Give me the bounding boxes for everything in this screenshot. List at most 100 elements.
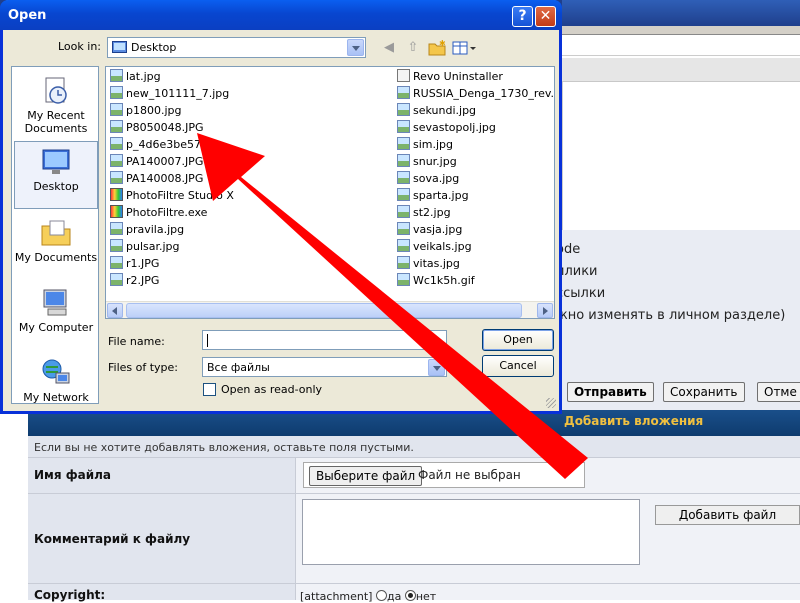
scroll-thumb[interactable] <box>126 303 522 318</box>
attachments-header-title: Добавить вложения <box>564 414 704 428</box>
file-item[interactable]: P8050048.JPG <box>110 120 204 136</box>
file-name: sparta.jpg <box>413 189 469 202</box>
save-button[interactable]: Сохранить <box>663 382 745 402</box>
jpg-file-icon <box>397 103 410 116</box>
file-name: sekundi.jpg <box>413 104 477 117</box>
jpg-file-icon <box>397 171 410 184</box>
look-in-dropdown-arrow[interactable] <box>347 39 364 56</box>
jpg-file-icon <box>110 103 123 116</box>
submit-button[interactable]: Отправить <box>567 382 654 402</box>
jpg-file-icon <box>110 86 123 99</box>
files-of-type-arrow[interactable] <box>428 359 445 376</box>
scroll-left-icon[interactable] <box>107 303 123 318</box>
gif-file-icon <box>397 273 410 286</box>
file-item[interactable]: r1.JPG <box>110 256 159 272</box>
file-item[interactable]: r2.JPG <box>110 273 159 289</box>
look-in-dropdown[interactable]: Desktop <box>107 37 366 58</box>
close-button[interactable]: ✕ <box>535 6 556 27</box>
jpg-file-icon <box>110 256 123 269</box>
file-item[interactable]: st2.jpg <box>397 205 451 221</box>
place-label-computer: My Computer <box>18 321 94 334</box>
files-of-type-dropdown[interactable]: Все файлы <box>202 357 447 377</box>
file-name: Revo Uninstaller <box>413 70 503 83</box>
file-item[interactable]: sekundi.jpg <box>397 103 476 119</box>
photofiltre-studio-icon <box>110 188 123 201</box>
file-row-label: Имя файла <box>34 468 112 482</box>
page-content-area <box>562 82 800 230</box>
jpg-file-icon <box>397 137 410 150</box>
file-name: sevastopolj.jpg <box>413 121 496 134</box>
file-item[interactable]: PhotoFiltre Studio X <box>110 188 234 204</box>
desktop-folder-icon <box>112 41 127 53</box>
file-item[interactable]: sparta.jpg <box>397 188 469 204</box>
dialog-titlebar[interactable]: Open ? ✕ <box>0 0 562 30</box>
up-folder-icon[interactable]: ⇧ <box>403 38 423 58</box>
resize-grip-icon[interactable] <box>546 398 556 408</box>
file-item[interactable]: PhotoFiltre.exe <box>110 205 207 221</box>
jpg-file-icon <box>110 154 123 167</box>
file-item[interactable]: lat.jpg <box>110 69 161 85</box>
file-name: r1.JPG <box>126 257 160 270</box>
open-button[interactable]: Open <box>482 329 554 351</box>
scroll-right-icon[interactable] <box>537 303 553 318</box>
jpg-file-icon <box>110 69 123 82</box>
my-network-icon <box>42 359 70 384</box>
place-my-computer[interactable]: My Computer <box>14 283 98 351</box>
file-item[interactable]: pravila.jpg <box>110 222 184 238</box>
file-item[interactable]: PA140007.JPG <box>110 154 203 170</box>
place-desktop[interactable]: Desktop <box>14 141 98 209</box>
radio-no[interactable] <box>404 590 416 601</box>
jpg-file-icon <box>397 188 410 201</box>
new-folder-icon[interactable]: ✱ <box>427 38 447 58</box>
places-bar: My Recent Documents Desktop My Documents… <box>11 66 99 404</box>
file-name: pravila.jpg <box>126 223 185 236</box>
horizontal-scrollbar[interactable] <box>106 301 554 318</box>
file-item[interactable]: pulsar.jpg <box>110 239 180 255</box>
file-item[interactable]: new_101111_7.jpg <box>110 86 229 102</box>
file-name-input[interactable] <box>202 330 447 350</box>
file-item[interactable]: Wc1k5h.gif <box>397 273 475 289</box>
browser-titlebar-visible <box>562 0 800 26</box>
view-menu-icon[interactable] <box>451 38 477 58</box>
file-item[interactable]: p_4d6e3be57a7b <box>110 137 222 153</box>
comment-textarea[interactable] <box>302 499 640 565</box>
place-my-documents[interactable]: My Documents <box>14 213 98 281</box>
place-my-network[interactable]: My Network <box>14 353 98 421</box>
read-only-checkbox[interactable] <box>203 383 216 396</box>
files-of-type-label: Files of type: <box>108 361 179 374</box>
radio-yes-label: да <box>386 590 402 603</box>
file-name: P8050048.JPG <box>126 121 204 134</box>
file-item[interactable]: sevastopolj.jpg <box>397 120 496 136</box>
choose-file-button[interactable]: Выберите файл <box>309 466 423 486</box>
back-icon[interactable]: ◀ <box>379 38 399 58</box>
my-documents-icon <box>41 220 71 246</box>
files-of-type-value: Все файлы <box>207 361 270 374</box>
file-item[interactable]: sova.jpg <box>397 171 459 187</box>
jpg-file-icon <box>110 120 123 133</box>
jpg-file-icon <box>397 222 410 235</box>
file-name: lat.jpg <box>126 70 161 83</box>
help-button[interactable]: ? <box>512 6 533 27</box>
file-item[interactable]: PA140008.JPG <box>110 171 203 187</box>
radio-yes[interactable] <box>375 590 387 601</box>
file-name: r2.JPG <box>126 274 160 287</box>
place-label-network: My Network <box>23 391 89 404</box>
file-item[interactable]: RUSSIA_Denga_1730_rev.thu <box>397 86 555 102</box>
add-file-button[interactable]: Добавить файл <box>655 505 800 525</box>
jpg-file-icon <box>397 205 410 218</box>
file-item[interactable]: snur.jpg <box>397 154 457 170</box>
cancel-page-button[interactable]: Отме <box>757 382 800 402</box>
file-name: new_101111_7.jpg <box>126 87 230 100</box>
photofiltre-icon <box>110 205 123 218</box>
file-item[interactable]: vitas.jpg <box>397 256 460 272</box>
file-item[interactable]: p1800.jpg <box>110 103 182 119</box>
file-item[interactable]: vasja.jpg <box>397 222 462 238</box>
cancel-button[interactable]: Cancel <box>482 355 554 377</box>
browser-address-bar[interactable] <box>562 34 800 56</box>
file-name: RUSSIA_Denga_1730_rev.thu <box>413 87 555 100</box>
place-my-recent-documents[interactable]: My Recent Documents <box>14 71 98 139</box>
file-item[interactable]: Revo Uninstaller <box>397 69 503 85</box>
jpg-file-icon <box>397 239 410 252</box>
file-item[interactable]: sim.jpg <box>397 137 453 153</box>
file-item[interactable]: veikals.jpg <box>397 239 472 255</box>
